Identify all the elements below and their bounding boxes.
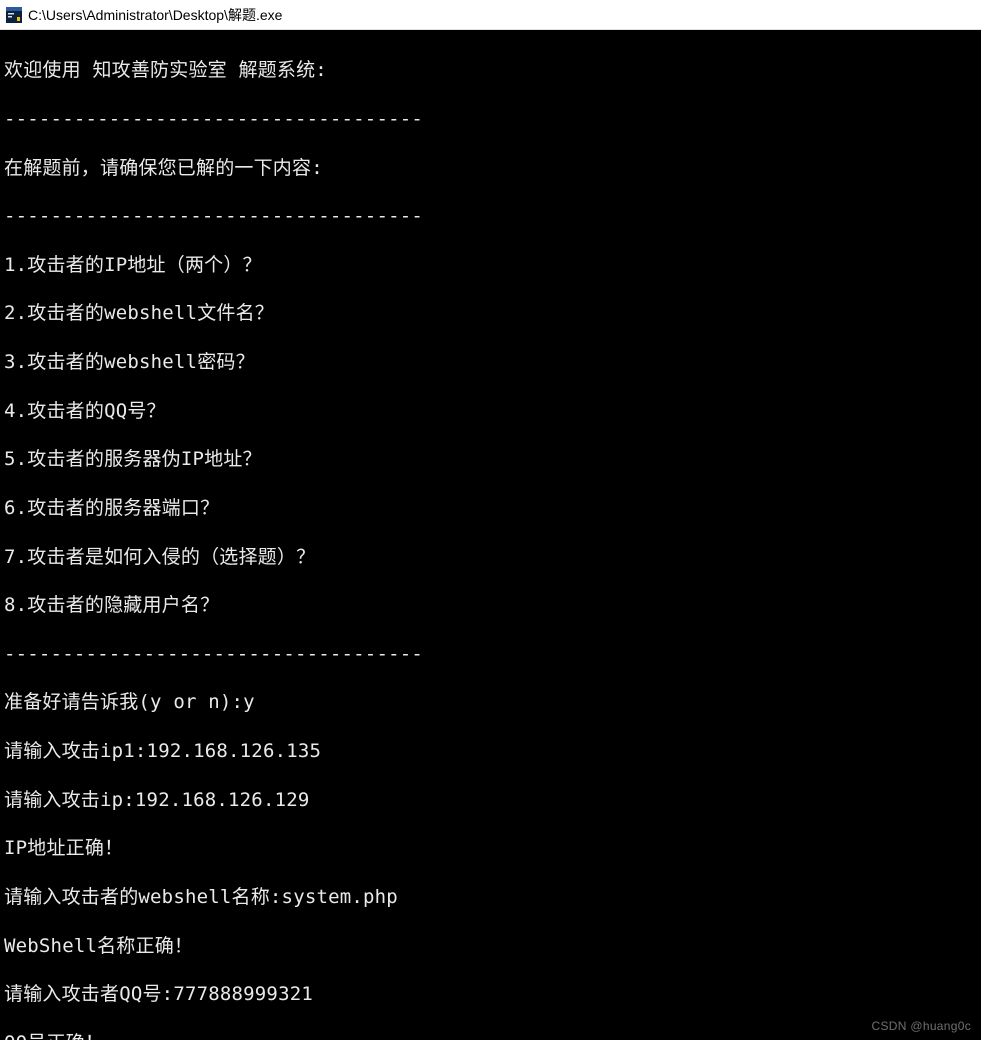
question-1: 1.攻击者的IP地址（两个）？ bbox=[4, 253, 977, 277]
divider: ------------------------------------ bbox=[4, 204, 977, 228]
question-5: 5.攻击者的服务器伪IP地址？ bbox=[4, 447, 977, 471]
ip-ok: IP地址正确！ bbox=[4, 836, 977, 860]
question-8: 8.攻击者的隐藏用户名？ bbox=[4, 593, 977, 617]
app-icon bbox=[6, 7, 22, 23]
divider: ------------------------------------ bbox=[4, 642, 977, 666]
question-7: 7.攻击者是如何入侵的（选择题）？ bbox=[4, 545, 977, 569]
terminal-output[interactable]: 欢迎使用 知攻善防实验室 解题系统: ---------------------… bbox=[0, 30, 981, 1040]
console-window: C:\Users\Administrator\Desktop\解题.exe 欢迎… bbox=[0, 0, 981, 1040]
ready-prompt: 准备好请告诉我(y or n):y bbox=[4, 690, 977, 714]
ip2-prompt: 请输入攻击ip:192.168.126.129 bbox=[4, 788, 977, 812]
titlebar[interactable]: C:\Users\Administrator\Desktop\解题.exe bbox=[0, 0, 981, 30]
pre-note: 在解题前，请确保您已解的一下内容: bbox=[4, 156, 977, 180]
divider: ------------------------------------ bbox=[4, 107, 977, 131]
qq-prompt: 请输入攻击者QQ号:777888999321 bbox=[4, 982, 977, 1006]
question-4: 4.攻击者的QQ号？ bbox=[4, 399, 977, 423]
webshell-prompt: 请输入攻击者的webshell名称:system.php bbox=[4, 885, 977, 909]
qq-ok: QQ号正确！ bbox=[4, 1031, 977, 1040]
question-6: 6.攻击者的服务器端口？ bbox=[4, 496, 977, 520]
question-3: 3.攻击者的webshell密码？ bbox=[4, 350, 977, 374]
question-2: 2.攻击者的webshell文件名？ bbox=[4, 301, 977, 325]
window-title: C:\Users\Administrator\Desktop\解题.exe bbox=[28, 5, 282, 25]
welcome-line: 欢迎使用 知攻善防实验室 解题系统: bbox=[4, 58, 977, 82]
watermark: CSDN @huang0c bbox=[872, 1019, 971, 1034]
ip1-prompt: 请输入攻击ip1:192.168.126.135 bbox=[4, 739, 977, 763]
webshell-ok: WebShell名称正确！ bbox=[4, 934, 977, 958]
